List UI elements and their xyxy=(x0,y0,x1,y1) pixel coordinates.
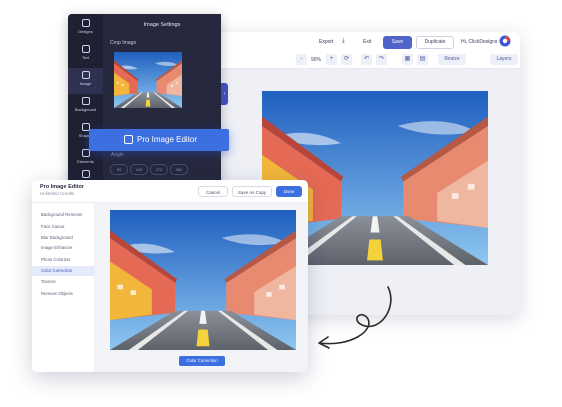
clickdesigns-logo-icon[interactable] xyxy=(499,35,511,47)
angle-90-button[interactable]: 90 xyxy=(110,164,128,175)
angle-label: Angle xyxy=(111,152,124,158)
pro-image-editor-label: Pro Image Editor xyxy=(137,135,198,144)
crop-image-label: Crop Image xyxy=(110,40,137,46)
tool-blur-background[interactable]: Blur Background xyxy=(32,233,94,243)
designs-icon xyxy=(81,19,90,27)
resize-label: Resize xyxy=(444,56,460,62)
curved-arrow-icon xyxy=(318,286,392,349)
sidebar-item-label: Designs xyxy=(78,29,93,34)
pro-editor-subtitle: Unlimited Credits xyxy=(40,191,75,196)
tool-color-correction[interactable]: Color Correction xyxy=(32,266,94,276)
tool-image-enhancer[interactable]: Image Enhancer xyxy=(32,243,94,253)
pro-image-editor-window: Pro Image Editor Unlimited Credits Cance… xyxy=(32,180,308,372)
sidebar-item-image[interactable]: Image xyxy=(68,68,103,94)
image-settings-panel: Designs Text Image Background Shapes Ele… xyxy=(68,14,221,192)
pro-editor-header: Pro Image Editor Unlimited Credits Cance… xyxy=(32,180,308,203)
layers-button[interactable]: Layers xyxy=(490,54,518,65)
pro-editor-image[interactable] xyxy=(110,210,296,350)
panel-title: Image Settings xyxy=(143,22,181,28)
resize-button[interactable]: Resize xyxy=(438,54,466,65)
cancel-button[interactable]: Cancel xyxy=(198,186,228,197)
refresh-icon[interactable]: ⟳ xyxy=(341,54,352,65)
angle-270-button[interactable]: 270 xyxy=(150,164,168,175)
done-button[interactable]: Done xyxy=(276,186,302,197)
angle-360-button[interactable]: 360 xyxy=(170,164,188,175)
pro-editor-title: Pro Image Editor xyxy=(40,184,85,190)
panel-collapse-handle[interactable]: ‹ xyxy=(221,83,228,105)
tool-face-cutout[interactable]: Face Cutout xyxy=(32,222,94,232)
tool-photo-colorizer[interactable]: Photo Colorizer xyxy=(32,255,94,265)
user-greeting: Hi, ClickDesigns xyxy=(461,39,498,45)
crop-image-thumbnail[interactable] xyxy=(114,52,182,108)
tool-toonize[interactable]: Toonize xyxy=(32,277,94,287)
grid-icon[interactable]: ▦ xyxy=(402,54,413,65)
zoom-level: 90% xyxy=(311,57,322,63)
sidebar-item-designs[interactable]: Designs xyxy=(68,16,103,42)
layers-label: Layers xyxy=(496,56,512,62)
sidebar-nav: Designs Text Image Background Shapes Ele… xyxy=(68,14,103,192)
sidebar-item-label: Text xyxy=(81,55,90,60)
elements-icon xyxy=(81,149,90,157)
duplicate-button[interactable]: Duplicate xyxy=(416,36,454,49)
tool-remove-objects[interactable]: Remove Objects xyxy=(32,289,94,299)
sidebar-item-label: Image xyxy=(79,81,92,86)
image-icon xyxy=(81,71,90,79)
sidebar-item-label: Background xyxy=(74,107,97,112)
pro-editor-tool-list: Background Remover Face Cutout Blur Back… xyxy=(32,203,95,372)
zoom-in-button[interactable]: + xyxy=(326,54,337,65)
icons-icon xyxy=(81,170,90,178)
sidebar-item-text[interactable]: Text xyxy=(68,42,103,68)
angle-180-button[interactable]: 180 xyxy=(130,164,148,175)
redo-icon[interactable]: ↷ xyxy=(376,54,387,65)
save-as-copy-button[interactable]: Save As Copy xyxy=(232,186,272,197)
download-icon: ⤓ xyxy=(342,38,345,44)
exit-button[interactable]: Exit xyxy=(363,39,371,45)
sidebar-item-label: Elements xyxy=(77,159,94,164)
color-correction-button[interactable]: Color Correction xyxy=(179,356,225,366)
background-icon xyxy=(81,97,90,105)
export-button[interactable]: Export xyxy=(319,39,333,45)
save-button[interactable]: Save xyxy=(383,36,412,49)
image-edit-icon xyxy=(124,135,133,144)
tool-background-remover[interactable]: Background Remover xyxy=(32,210,94,220)
pro-image-editor-button[interactable]: Pro Image Editor xyxy=(89,129,229,151)
sidebar-item-background[interactable]: Background xyxy=(68,94,103,120)
layout-icon[interactable]: ▤ xyxy=(417,54,428,65)
zoom-out-button[interactable]: - xyxy=(296,54,307,65)
text-icon xyxy=(81,45,90,53)
undo-icon[interactable]: ↶ xyxy=(361,54,372,65)
